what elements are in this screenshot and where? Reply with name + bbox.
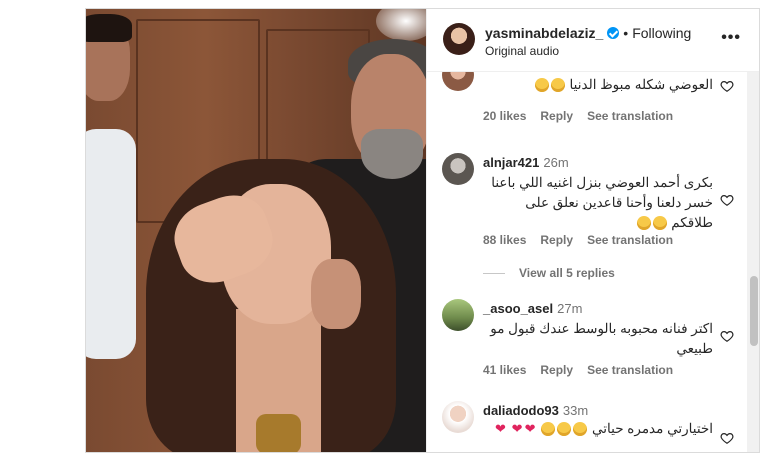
- scrollbar-thumb[interactable]: [750, 276, 758, 346]
- commenter-avatar[interactable]: [442, 71, 474, 91]
- like-heart-icon[interactable]: [720, 329, 734, 343]
- replies-divider-line: [483, 272, 505, 274]
- grinning-emoji-icon: [652, 216, 667, 231]
- hand: [311, 259, 361, 329]
- instagram-post-modal: yasminabdelaziz_ • Following Original au…: [85, 8, 760, 453]
- comments-scrollbar[interactable]: [747, 71, 759, 452]
- see-translation-button[interactable]: See translation: [587, 109, 673, 123]
- stylist-beard: [361, 129, 423, 179]
- person-left-shirt: [86, 129, 136, 359]
- comment-item: daliadodo93 33m اختيارتي مدمره حياتي ❤❤ ❤: [427, 401, 747, 452]
- necklace: [256, 414, 301, 452]
- like-heart-icon[interactable]: [720, 193, 734, 207]
- comment-text: اختيارتي مدمره حياتي ❤❤ ❤: [483, 419, 713, 439]
- reply-button[interactable]: Reply: [540, 233, 573, 247]
- see-translation-button[interactable]: See translation: [587, 233, 673, 247]
- comment-item: العوضي شكله مبوظ الدنيا 20 likes Reply S…: [427, 71, 747, 129]
- comment-item: alnjar421 26m بكرى أحمد العوضي بنزل اغنيه…: [427, 153, 747, 293]
- author-avatar[interactable]: [443, 23, 475, 55]
- author-username[interactable]: yasminabdelaziz_: [485, 25, 603, 41]
- comment-text-content: بكرى أحمد العوضي بنزل اغنيه اللي باعنا خ…: [491, 175, 713, 230]
- person-left-hair: [86, 14, 132, 42]
- commenter-username[interactable]: daliadodo93 33m: [483, 403, 588, 418]
- grinning-emoji-icon: [534, 78, 549, 93]
- post-header: yasminabdelaziz_ • Following Original au…: [427, 9, 759, 72]
- grinning-emoji-icon: [557, 422, 572, 437]
- red-heart-icon: ❤: [524, 421, 536, 436]
- see-translation-button[interactable]: See translation: [587, 363, 673, 377]
- view-replies-button[interactable]: View all 5 replies: [483, 266, 615, 280]
- commenter-username[interactable]: alnjar421 26m: [483, 155, 569, 170]
- like-heart-icon[interactable]: [720, 431, 734, 445]
- author-row: yasminabdelaziz_ • Following: [485, 25, 691, 41]
- reply-button[interactable]: Reply: [540, 109, 573, 123]
- audio-link[interactable]: Original audio: [485, 44, 559, 58]
- comment-text: العوضي شكله مبوظ الدنيا: [483, 75, 713, 95]
- red-heart-icon: ❤: [511, 421, 523, 436]
- commenter-avatar[interactable]: [442, 299, 474, 331]
- view-replies-label: View all 5 replies: [519, 266, 615, 280]
- red-heart-icon: ❤: [494, 421, 506, 436]
- like-heart-icon[interactable]: [720, 79, 734, 93]
- commenter-avatar[interactable]: [442, 153, 474, 185]
- comment-item: _asoo_asel 27m اكتر فنانه محبوبه بالوسط ع…: [427, 299, 747, 389]
- more-options-icon[interactable]: •••: [721, 29, 741, 47]
- commenter-avatar[interactable]: [442, 401, 474, 433]
- comment-actions: 41 likes Reply See translation: [483, 363, 673, 377]
- comment-actions: 88 likes Reply See translation: [483, 233, 673, 247]
- grinning-emoji-icon: [541, 422, 556, 437]
- grinning-emoji-icon: [636, 216, 651, 231]
- comment-text-content: اكتر فنانه محبوبه بالوسط عندك قبول مو طب…: [490, 321, 713, 356]
- comments-list: العوضي شكله مبوظ الدنيا 20 likes Reply S…: [427, 71, 747, 452]
- grinning-emoji-icon: [550, 78, 565, 93]
- following-button[interactable]: Following: [632, 25, 691, 41]
- verified-badge-icon: [607, 27, 620, 39]
- post-sidebar: yasminabdelaziz_ • Following Original au…: [426, 9, 759, 452]
- comment-likes[interactable]: 41 likes: [483, 363, 526, 377]
- post-video[interactable]: [86, 9, 426, 452]
- comment-text: اكتر فنانه محبوبه بالوسط عندك قبول مو طب…: [483, 319, 713, 359]
- comment-text-content: اختيارتي مدمره حياتي: [592, 421, 713, 436]
- reply-button[interactable]: Reply: [540, 363, 573, 377]
- comment-text-content: العوضي شكله مبوظ الدنيا: [569, 77, 713, 92]
- separator-dot: •: [623, 25, 629, 41]
- comment-likes[interactable]: 88 likes: [483, 233, 526, 247]
- comment-text: بكرى أحمد العوضي بنزل اغنيه اللي باعنا خ…: [483, 173, 713, 233]
- commenter-username[interactable]: _asoo_asel 27m: [483, 301, 582, 316]
- comment-actions: 20 likes Reply See translation: [483, 109, 673, 123]
- grinning-emoji-icon: [573, 422, 588, 437]
- comment-likes[interactable]: 20 likes: [483, 109, 526, 123]
